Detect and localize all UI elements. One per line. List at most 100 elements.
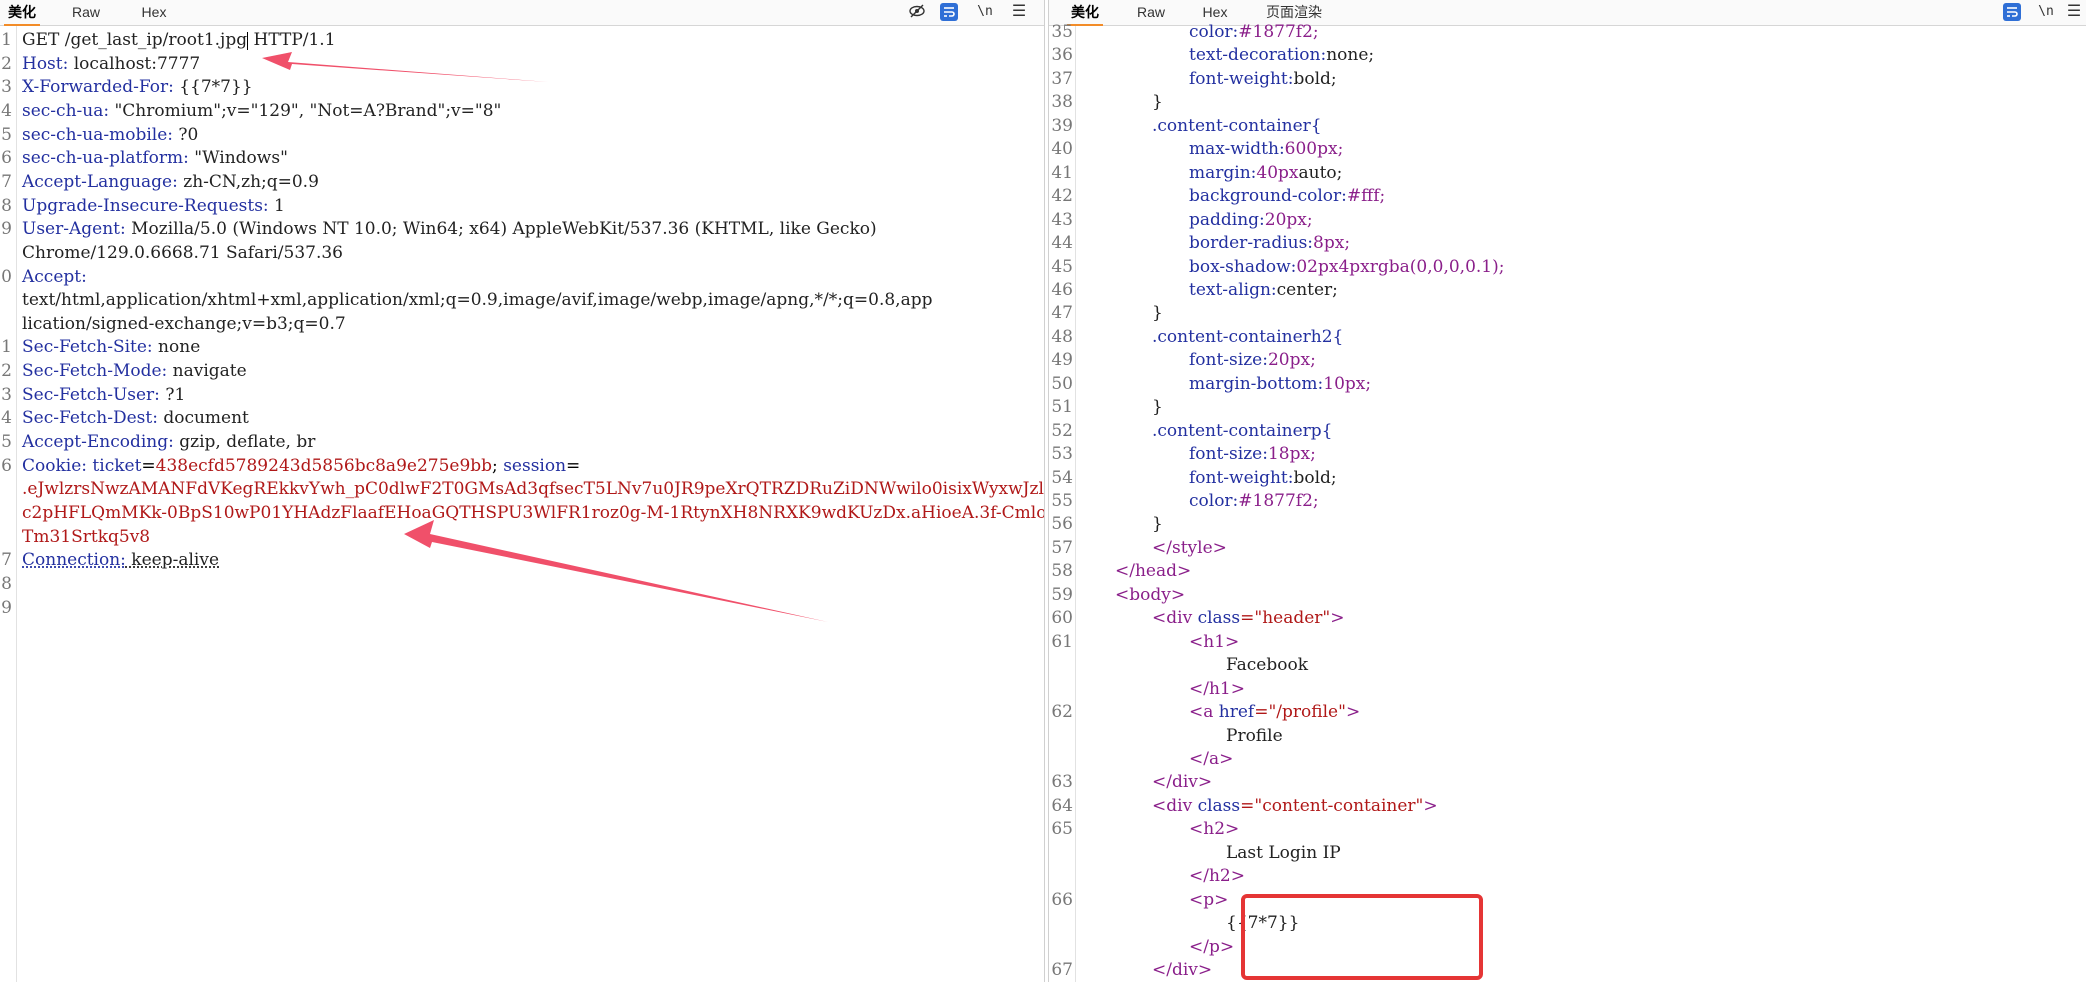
line-text: font-size:20px; bbox=[1189, 350, 1316, 371]
line-text: </h2> bbox=[1189, 866, 1245, 887]
line-text: </h1> bbox=[1189, 678, 1245, 699]
line-text: Connection: keep-alive bbox=[22, 550, 220, 571]
line-number: 66 bbox=[1051, 889, 1073, 910]
line-number: 53 bbox=[1051, 444, 1073, 465]
line-text: padding:20px; bbox=[1189, 209, 1313, 230]
line-number: 43 bbox=[1051, 209, 1073, 230]
line-text: font-size:18px; bbox=[1189, 444, 1316, 465]
line-text: sec-ch-ua: "Chromium";v="129", "Not=A?Br… bbox=[22, 100, 502, 121]
line-text: GET /get_last_ip/root1.jpg HTTP/1.1 bbox=[22, 30, 336, 50]
line-number: 8 bbox=[1, 195, 12, 216]
eye-off-icon[interactable] bbox=[906, 2, 928, 22]
line-number: 9 bbox=[1, 219, 12, 240]
line-text: sec-ch-ua-mobile: ?0 bbox=[22, 124, 199, 145]
line-number: 54 bbox=[1051, 467, 1073, 488]
line-text: Sec-Fetch-User: ?1 bbox=[22, 384, 186, 405]
line-number: 4 bbox=[1, 408, 12, 429]
wrap-icon[interactable] bbox=[940, 3, 958, 21]
tab-pretty[interactable]: 美化 bbox=[4, 0, 40, 26]
line-text: Sec-Fetch-Mode: navigate bbox=[22, 361, 247, 382]
request-editor[interactable]: 1 GET /get_last_ip/root1.jpg HTTP/1.1 2 Hos… bbox=[0, 26, 1044, 982]
line-text: <a href="/profile"> bbox=[1189, 702, 1361, 723]
line-number: 48 bbox=[1051, 326, 1073, 347]
line-text: <h2> bbox=[1189, 819, 1240, 840]
newline-icon[interactable]: \n bbox=[974, 2, 996, 22]
line-text: text-align:center; bbox=[1189, 279, 1338, 300]
line-number: 41 bbox=[1051, 162, 1073, 183]
line-text: Sec-Fetch-Dest: document bbox=[22, 408, 249, 429]
line-number: 4 bbox=[1, 100, 12, 121]
line-number: 36 bbox=[1051, 45, 1073, 66]
line-text: <p> bbox=[1189, 889, 1229, 910]
line-text: font-weight:bold; bbox=[1189, 68, 1337, 89]
line-number: 56 bbox=[1051, 514, 1073, 535]
line-text: </div> bbox=[1152, 772, 1213, 793]
line-text: </style> bbox=[1152, 537, 1227, 558]
line-text: Profile bbox=[1226, 725, 1283, 746]
line-number: 35 bbox=[1051, 22, 1073, 42]
line-number: 7 bbox=[1, 550, 12, 571]
line-number: 1 bbox=[1, 337, 12, 358]
line-number: 64 bbox=[1051, 795, 1073, 816]
line-text: Tm31Srtkq5v8 bbox=[22, 526, 151, 547]
line-number: 3 bbox=[1, 384, 12, 405]
line-number: 0 bbox=[1, 266, 12, 287]
line-text: Cookie: ticket=438ecfd5789243d5856bc8a9e… bbox=[22, 455, 581, 476]
newline-icon[interactable]: \n bbox=[2035, 2, 2057, 22]
line-number: 1 bbox=[1, 30, 12, 50]
line-text: X-Forwarded-For: {{7*7}} bbox=[22, 77, 253, 98]
line-number: 40 bbox=[1051, 139, 1073, 160]
line-number: 42 bbox=[1051, 186, 1073, 207]
line-text: </div> bbox=[1152, 960, 1213, 980]
response-pane: 美化 Raw Hex 页面渲染 \n ☰ 35 color:#1877f2; 36 t… bbox=[1048, 0, 2086, 982]
line-number: 65 bbox=[1051, 819, 1073, 840]
line-text: box-shadow:02px4pxrgba(0,0,0,0.1); bbox=[1189, 256, 1505, 277]
line-text: font-weight:bold; bbox=[1189, 467, 1337, 488]
line-number: 5 bbox=[1, 124, 12, 145]
line-text: </p> bbox=[1189, 936, 1235, 957]
line-number: 47 bbox=[1051, 303, 1073, 324]
line-text: text-decoration:none; bbox=[1189, 45, 1375, 66]
line-number: 62 bbox=[1051, 702, 1073, 723]
line-text: .eJwlzrsNwzAMANFdVKegREkkvYwh_pC0dlwF2T0… bbox=[22, 479, 1045, 500]
menu-icon[interactable]: ☰ bbox=[2063, 2, 2085, 22]
line-text: } bbox=[1152, 397, 1163, 418]
line-number: 9 bbox=[1, 597, 12, 618]
menu-icon[interactable]: ☰ bbox=[1008, 2, 1030, 22]
line-number: 37 bbox=[1051, 68, 1073, 89]
line-number: 55 bbox=[1051, 491, 1073, 511]
line-text: {{7*7}} bbox=[1226, 913, 1300, 934]
line-text: color:#1877f2; bbox=[1189, 22, 1319, 42]
line-text: <div class="content-container"> bbox=[1152, 795, 1438, 816]
line-text: } bbox=[1152, 303, 1163, 324]
line-number: 67 bbox=[1051, 960, 1073, 980]
line-text: Accept-Language: zh-CN,zh;q=0.9 bbox=[22, 171, 319, 192]
line-number: 45 bbox=[1051, 256, 1073, 277]
line-number: 39 bbox=[1051, 115, 1073, 136]
line-number: 44 bbox=[1051, 233, 1073, 254]
line-number: 61 bbox=[1051, 631, 1073, 652]
line-number: 57 bbox=[1051, 537, 1073, 558]
tab-hex[interactable]: Hex bbox=[134, 0, 174, 24]
line-text: border-radius:8px; bbox=[1189, 233, 1351, 254]
wrap-icon[interactable] bbox=[2003, 3, 2021, 21]
line-number: 60 bbox=[1051, 608, 1073, 629]
line-number: 51 bbox=[1051, 397, 1073, 418]
line-text: Facebook bbox=[1226, 655, 1309, 676]
line-text: } bbox=[1152, 514, 1163, 535]
line-number: 50 bbox=[1051, 373, 1073, 394]
line-text: text/html,application/xhtml+xml,applicat… bbox=[22, 290, 933, 311]
line-number: 52 bbox=[1051, 420, 1073, 441]
line-text: } bbox=[1152, 92, 1163, 113]
line-text: margin-bottom:10px; bbox=[1189, 373, 1372, 394]
line-number: 58 bbox=[1051, 561, 1073, 582]
line-text: Sec-Fetch-Site: none bbox=[22, 337, 201, 358]
line-number: 46 bbox=[1051, 279, 1073, 300]
response-editor[interactable]: 35 color:#1877f2; 36 text-decoration:none; 3… bbox=[1049, 22, 2086, 982]
line-number: 3 bbox=[1, 77, 12, 98]
line-text: max-width:600px; bbox=[1189, 139, 1344, 160]
tab-raw[interactable]: Raw bbox=[1131, 0, 1171, 24]
line-number: 5 bbox=[1, 432, 12, 453]
line-number: 7 bbox=[1, 171, 12, 192]
tab-raw[interactable]: Raw bbox=[66, 0, 106, 24]
